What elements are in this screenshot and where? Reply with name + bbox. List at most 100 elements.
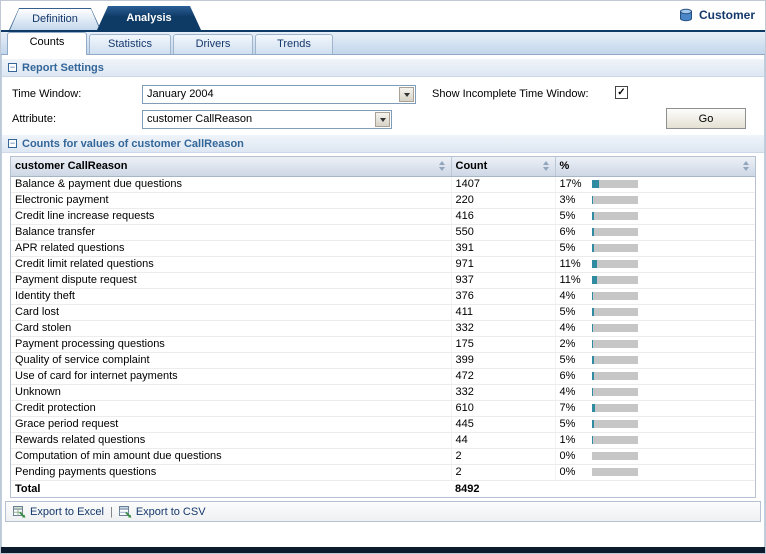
attribute-select[interactable]: customer CallReason (142, 110, 392, 129)
count-cell: 2 (451, 448, 556, 465)
table-row: Payment processing questions 175 2% (11, 336, 755, 353)
report-settings-header: − Report Settings (2, 58, 764, 77)
pct-bar-fill (591, 260, 597, 269)
reason-cell: Use of card for internet payments (11, 368, 452, 385)
table-row: Identity theft 376 4% (11, 288, 755, 305)
sort-icon[interactable] (542, 161, 551, 172)
dropdown-arrow-icon[interactable] (399, 87, 414, 102)
pct-value: 5% (559, 306, 576, 319)
pct-bar (591, 228, 638, 237)
count-cell: 391 (451, 240, 556, 257)
tab-counts[interactable]: Counts (7, 32, 87, 55)
tab-definition[interactable]: Definition (9, 8, 101, 30)
pct-cell: 5% (555, 240, 755, 257)
go-button[interactable]: Go (666, 108, 746, 129)
counts-section-header: − Counts for values of customer CallReas… (2, 134, 764, 153)
count-cell: 411 (451, 304, 556, 321)
table-row: Quality of service complaint 399 5% (11, 352, 755, 369)
column-header-pct[interactable]: % (555, 157, 755, 177)
show-incomplete-label: Show Incomplete Time Window: (432, 88, 589, 100)
tab-drivers[interactable]: Drivers (173, 34, 253, 54)
export-csv-link[interactable]: Export to CSV (118, 505, 206, 518)
pct-value: 7% (559, 402, 576, 415)
pct-bar-fill (591, 372, 595, 381)
count-cell: 1407 (451, 176, 556, 193)
export-excel-label: Export to Excel (30, 505, 104, 518)
reason-cell: Credit line increase requests (11, 208, 452, 225)
pct-bar (591, 388, 638, 397)
reason-cell: Electronic payment (11, 192, 452, 209)
table-row: Computation of min amount due questions 2… (11, 448, 755, 465)
pct-bar-fill (591, 228, 595, 237)
collapse-icon[interactable]: − (8, 63, 17, 72)
pct-value: 2% (559, 338, 576, 351)
pct-value: 4% (559, 290, 576, 303)
total-pct-cell (555, 479, 755, 497)
sort-icon[interactable] (743, 161, 751, 172)
pct-cell: 6% (555, 224, 755, 241)
pct-bar (591, 372, 638, 381)
column-header-count[interactable]: Count (451, 157, 556, 177)
tab-drivers-label: Drivers (195, 38, 231, 50)
table-header-row: customer CallReason Count % (11, 157, 755, 177)
count-cell: 937 (451, 272, 556, 289)
table-row: Credit line increase requests 416 5% (11, 208, 755, 225)
count-cell: 472 (451, 368, 556, 385)
tab-statistics-label: Statistics (107, 38, 152, 50)
export-bar: Export to Excel | Export to CSV (5, 501, 761, 522)
reason-cell: Quality of service complaint (11, 352, 452, 369)
time-window-select[interactable]: January 2004 (142, 85, 416, 104)
incomplete-checkbox[interactable]: ✓ (615, 86, 628, 99)
attribute-label: Attribute: (12, 113, 57, 125)
table-row: Credit limit related questions 971 11% (11, 256, 755, 273)
reason-cell: APR related questions (11, 240, 452, 257)
report-settings-title: Report Settings (22, 61, 104, 74)
brand: Customer (679, 8, 755, 22)
tab-statistics[interactable]: Statistics (89, 34, 171, 54)
pct-value: 4% (559, 322, 576, 335)
pct-bar (591, 324, 638, 333)
content-area: − Report Settings Time Window: January 2… (1, 55, 765, 547)
time-window-value: January 2004 (147, 88, 214, 100)
sort-icon[interactable] (438, 161, 447, 172)
pct-bar (591, 196, 638, 205)
pct-bar-fill (591, 404, 595, 413)
tab-definition-label: Definition (10, 9, 100, 30)
count-cell: 332 (451, 320, 556, 337)
pct-bar-fill (591, 180, 600, 189)
reason-cell: Identity theft (11, 288, 452, 305)
pct-bar (591, 404, 638, 413)
pct-cell: 5% (555, 208, 755, 225)
tab-analysis-label: Analysis (126, 12, 172, 24)
collapse-icon[interactable]: − (8, 139, 17, 148)
pct-value: 4% (559, 386, 576, 399)
pct-value: 6% (559, 370, 576, 383)
collapse-glyph: − (9, 138, 16, 148)
count-cell: 44 (451, 432, 556, 449)
pct-bar (591, 244, 638, 253)
table-row: Card lost 411 5% (11, 304, 755, 321)
pct-bar (591, 180, 638, 189)
pct-bar-fill (591, 420, 594, 429)
time-window-label: Time Window: (12, 88, 82, 100)
pct-cell: 11% (555, 272, 755, 289)
table-row: Grace period request 445 5% (11, 416, 755, 433)
column-header-reason[interactable]: customer CallReason (11, 157, 452, 177)
pct-bar-fill (591, 324, 594, 333)
pct-bar (591, 356, 638, 365)
dropdown-arrow-icon[interactable] (375, 112, 390, 127)
pct-bar (591, 308, 638, 317)
count-cell: 610 (451, 400, 556, 417)
pct-cell: 0% (555, 464, 755, 481)
pct-cell: 17% (555, 176, 755, 193)
total-label: Total (11, 479, 451, 497)
tab-analysis[interactable]: Analysis (97, 6, 201, 30)
column-header-reason-label: customer CallReason (15, 160, 128, 173)
tab-trends[interactable]: Trends (255, 34, 333, 54)
export-separator: | (109, 505, 113, 518)
pct-bar-fill (591, 292, 594, 301)
export-excel-link[interactable]: Export to Excel (13, 505, 104, 518)
pct-bar-fill (591, 212, 594, 221)
counts-table: customer CallReason Count % Balance & pa… (10, 156, 756, 498)
tab-counts-label: Counts (29, 36, 65, 48)
